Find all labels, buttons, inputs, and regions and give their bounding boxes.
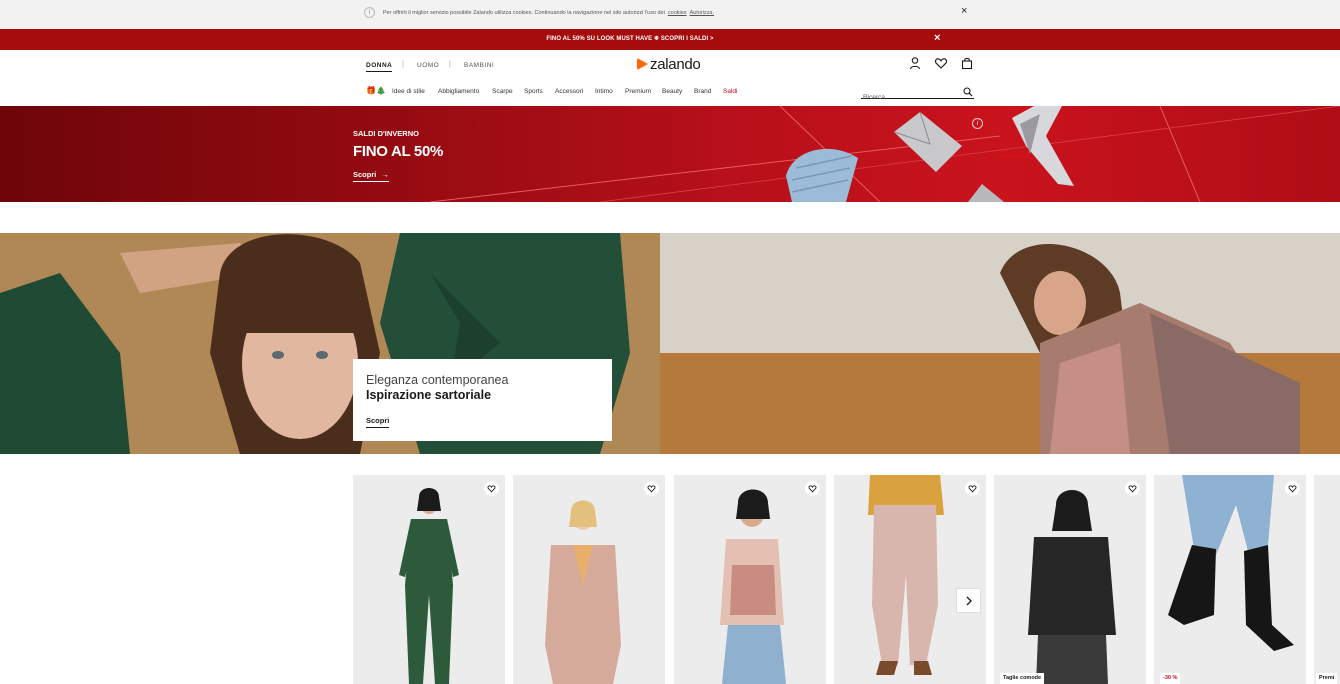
nav-idee-di-stile[interactable]: Idee di stile <box>392 88 425 95</box>
banner-info-icon[interactable]: i <box>972 118 983 129</box>
zalando-logo[interactable]: zalando <box>637 56 701 73</box>
promo-text[interactable]: FINO AL 50% SU LOOK MUST HAVE ❄ SCOPRI I… <box>0 35 1260 42</box>
editorial-title-line2: Ispirazione sartoriale <box>366 388 492 402</box>
authorize-link[interactable]: Autorizza. <box>690 10 714 16</box>
wishlist-heart-icon[interactable] <box>965 481 980 496</box>
product-image <box>1028 490 1116 684</box>
nav-saldi[interactable]: Saldi <box>723 88 737 95</box>
product-card[interactable]: Taglie comode <box>994 475 1146 684</box>
nav-scarpe[interactable]: Scarpe <box>492 88 513 95</box>
nav-abbigliamento[interactable]: Abbigliamento <box>438 88 479 95</box>
wishlist-heart-icon[interactable] <box>805 481 820 496</box>
product-card[interactable] <box>834 475 986 684</box>
search-input[interactable] <box>861 92 956 103</box>
banner-eyebrow: SALDI D'INVERNO <box>353 129 419 138</box>
wishlist-heart-icon[interactable] <box>644 481 659 496</box>
cookie-text: Per offrirti il miglior servizio possibi… <box>383 10 714 16</box>
product-carousel: Taglie comode -30 % Premi <box>353 475 1340 684</box>
search-box[interactable] <box>861 86 974 103</box>
product-card[interactable] <box>674 475 826 684</box>
product-image <box>868 475 944 675</box>
gender-tab-uomo[interactable]: UOMO <box>417 62 439 69</box>
info-icon: i <box>364 7 375 18</box>
bag-icon[interactable] <box>960 56 974 70</box>
wishlist-heart-icon[interactable] <box>484 481 499 496</box>
search-icon[interactable] <box>963 87 973 97</box>
nav-brand[interactable]: Brand <box>694 88 711 95</box>
product-card[interactable]: -30 % <box>1154 475 1306 684</box>
promo-close-icon[interactable]: × <box>934 32 940 44</box>
product-card-partial[interactable]: Premi <box>1314 475 1340 684</box>
editorial-title-line1: Eleganza contemporanea <box>366 373 509 387</box>
gender-separator: | <box>402 61 404 68</box>
nav-premium[interactable]: Premium <box>625 88 651 95</box>
product-badge: Taglie comode <box>1000 673 1045 684</box>
cookies-link[interactable]: cookies <box>668 10 687 16</box>
product-image <box>399 488 459 684</box>
gender-separator: | <box>449 61 451 68</box>
banner-cta-link[interactable]: Scopri → <box>353 170 389 182</box>
gift-tree-icon[interactable]: 🎁🎄 <box>366 86 386 95</box>
editorial-banner[interactable]: Eleganza contemporanea Ispirazione sarto… <box>0 233 1340 454</box>
carousel-next-button[interactable] <box>956 588 981 613</box>
product-card[interactable] <box>353 475 505 684</box>
editorial-photo <box>0 233 1340 454</box>
logo-mark-icon <box>637 58 648 70</box>
cookie-bar: i Per offrirti il miglior servizio possi… <box>0 0 1340 29</box>
chevron-right-icon <box>966 596 972 606</box>
editorial-cta-link[interactable]: Scopri <box>366 416 390 428</box>
promo-bar[interactable]: FINO AL 50% SU LOOK MUST HAVE ❄ SCOPRI I… <box>0 29 1340 50</box>
banner-headline: FINO AL 50% <box>353 143 444 160</box>
wishlist-heart-icon[interactable] <box>1125 481 1140 496</box>
heart-icon[interactable] <box>934 56 948 70</box>
editorial-card[interactable]: Eleganza contemporanea Ispirazione sarto… <box>353 359 612 441</box>
gender-tab-donna[interactable]: DONNA <box>366 62 393 72</box>
nav-accessori[interactable]: Accessori <box>555 88 583 95</box>
user-icon[interactable] <box>908 56 922 70</box>
nav-intimo[interactable]: Intimo <box>595 88 613 95</box>
discount-badge: -30 % <box>1160 673 1181 684</box>
product-card[interactable] <box>513 475 665 684</box>
product-image <box>1168 475 1294 651</box>
cookie-close-icon[interactable]: × <box>961 5 967 17</box>
wishlist-heart-icon[interactable] <box>1285 481 1300 496</box>
cookie-message: Per offrirti il miglior servizio possibi… <box>383 10 665 16</box>
banner-illustration <box>429 106 1340 202</box>
product-badge: Premi <box>1316 673 1338 684</box>
nav-beauty[interactable]: Beauty <box>662 88 682 95</box>
nav-sports[interactable]: Sports <box>524 88 543 95</box>
arrow-right-icon: → <box>381 170 389 179</box>
logo-text: zalando <box>650 56 701 73</box>
banner-cta-label: Scopri <box>353 170 377 179</box>
product-image <box>545 500 621 684</box>
winter-sale-banner[interactable]: SALDI D'INVERNO FINO AL 50% Scopri → i <box>0 106 1340 202</box>
zalando-home-page: i Per offrirti il miglior servizio possi… <box>0 0 1340 684</box>
gender-tab-bambini[interactable]: BAMBINI <box>464 62 494 69</box>
product-image <box>720 489 786 684</box>
